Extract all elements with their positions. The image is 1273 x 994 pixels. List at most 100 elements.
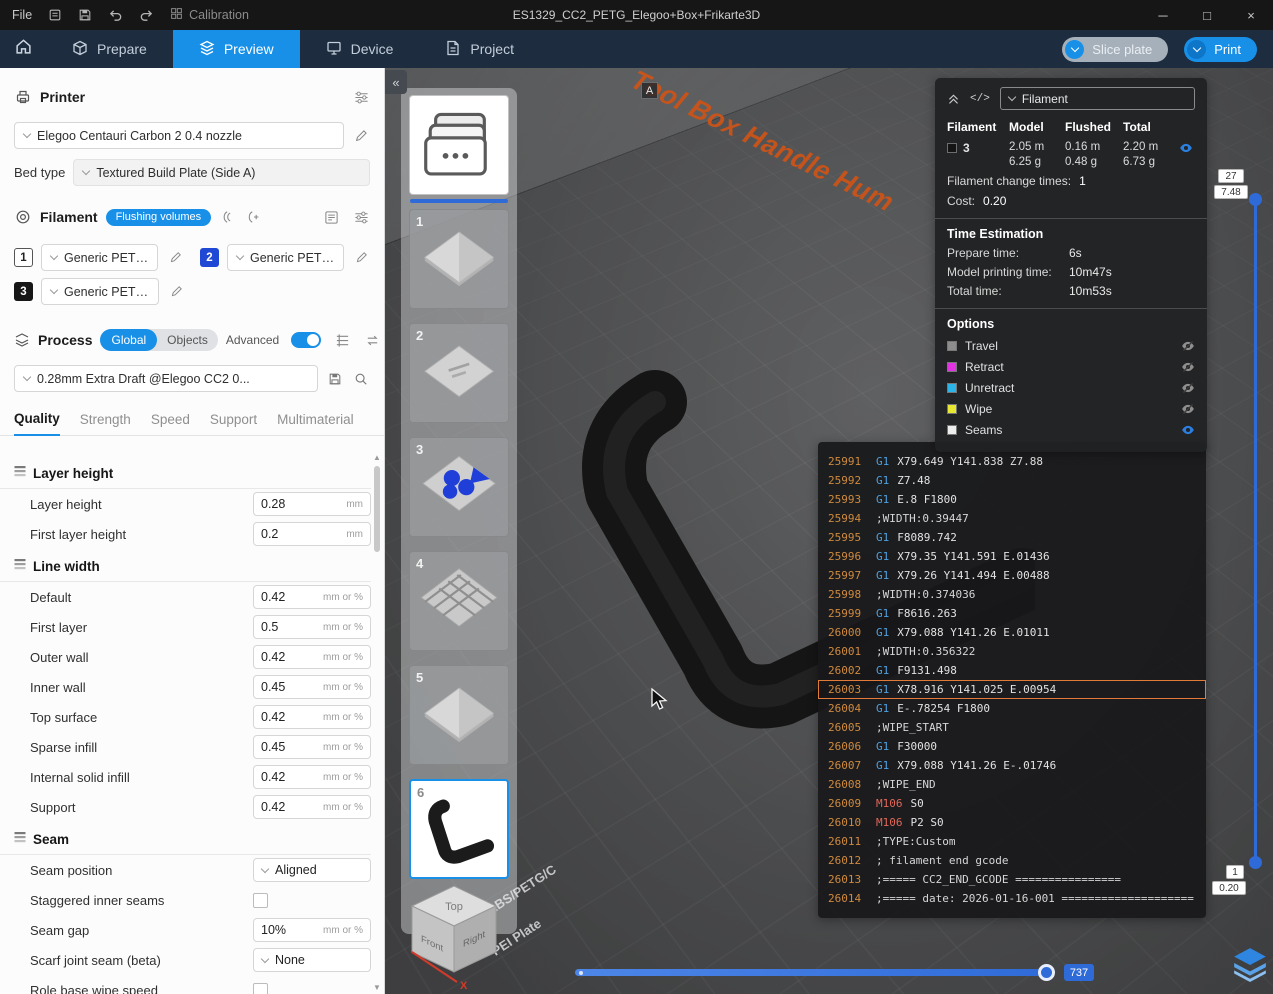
gcode-window-icon[interactable]: </> <box>970 93 990 105</box>
filament-1-badge[interactable]: 1 <box>14 248 33 267</box>
layers-view-icon[interactable] <box>1231 945 1269 983</box>
gcode-line[interactable]: 25997 G1 X79.26 Y141.494 E.00488 <box>818 566 1206 585</box>
gcode-line[interactable]: 25995 G1 F8089.742 <box>818 528 1206 547</box>
tab-support[interactable]: Support <box>210 412 257 435</box>
param-input[interactable]: 0.45 mm or % <box>253 735 371 759</box>
flow-calibration-icon[interactable] <box>219 208 237 226</box>
filament-1-select[interactable]: Generic PETG ... <box>41 244 159 271</box>
param-input[interactable]: 0.28 mm <box>253 492 371 516</box>
process-scope-objects[interactable]: Objects <box>157 333 218 347</box>
param-select[interactable]: Aligned <box>253 858 371 882</box>
eye-icon[interactable] <box>1181 423 1195 437</box>
viewport-3d[interactable]: Tool Box Handle Hum A « 123456 Top Front… <box>385 68 1273 994</box>
slice-options-chevron-icon[interactable] <box>1065 39 1085 59</box>
orientation-cube[interactable]: Top Front Right X <box>401 880 513 992</box>
scroll-up-icon[interactable]: ▲ <box>373 454 381 462</box>
minimize-button[interactable]: ─ <box>1141 0 1185 30</box>
param-input[interactable]: 0.2 mm <box>253 522 371 546</box>
param-input[interactable]: 0.42 mm or % <box>253 765 371 789</box>
gcode-line[interactable]: 26006 G1 F30000 <box>818 737 1206 756</box>
tab-prepare[interactable]: Prepare <box>46 30 173 68</box>
redo-button[interactable] <box>139 8 154 23</box>
gcode-line[interactable]: 25991 G1 X79.649 Y141.838 Z7.88 <box>818 452 1206 471</box>
param-input[interactable]: 0.42 mm or % <box>253 585 371 609</box>
bed-type-select[interactable]: Textured Build Plate (Side A) <box>73 159 370 186</box>
gcode-line[interactable]: 25994 ;WIDTH:0.39447 <box>818 509 1206 528</box>
scrollbar-thumb[interactable] <box>374 466 380 552</box>
plate-thumbnail[interactable]: 5 <box>409 665 509 765</box>
maximize-button[interactable]: □ <box>1185 0 1229 30</box>
slice-plate-button[interactable]: Slice plate <box>1062 36 1169 62</box>
gcode-line[interactable]: 25999 G1 F8616.263 <box>818 604 1206 623</box>
filament-list-icon[interactable] <box>322 208 340 226</box>
edit-filament-3-icon[interactable] <box>167 283 185 301</box>
gcode-line[interactable]: 25998 ;WIDTH:0.374036 <box>818 585 1206 604</box>
tab-speed[interactable]: Speed <box>151 412 190 435</box>
plate-thumbnail[interactable]: 1 <box>409 209 509 309</box>
gcode-line[interactable]: 26002 G1 F9131.498 <box>818 661 1206 680</box>
filament-3-select[interactable]: Generic PETG ... <box>41 278 159 305</box>
edit-filament-2-icon[interactable] <box>352 249 370 267</box>
save-preset-icon[interactable] <box>326 370 344 388</box>
advanced-toggle[interactable] <box>291 332 322 348</box>
tab-multimaterial[interactable]: Multimaterial <box>277 412 354 435</box>
save-button[interactable] <box>78 8 92 22</box>
tab-project[interactable]: Project <box>419 30 540 68</box>
param-input[interactable]: 0.5 mm or % <box>253 615 371 639</box>
home-button[interactable] <box>0 30 46 68</box>
gcode-line[interactable]: 26014 ;===== date: 2026-01-16-001 =======… <box>818 889 1206 908</box>
eye-off-icon[interactable] <box>1181 360 1195 374</box>
gcode-line[interactable]: 26009 M106 S0 <box>818 794 1206 813</box>
gcode-line[interactable]: 25993 G1 E.8 F1800 <box>818 490 1206 509</box>
plate-thumbnail[interactable]: 2 <box>409 323 509 423</box>
param-input[interactable]: 0.45 mm or % <box>253 675 371 699</box>
gcode-line[interactable]: 26013 ;===== CC2_END_GCODE ==============… <box>818 870 1206 889</box>
collapse-panel-icon[interactable] <box>947 92 960 105</box>
calibration-menu[interactable]: Calibration <box>170 7 249 23</box>
view-mode-select[interactable]: Filament <box>999 87 1195 110</box>
layer-slider-bottom-handle[interactable] <box>1249 856 1262 869</box>
print-options-chevron-icon[interactable] <box>1187 39 1207 59</box>
filament-2-select[interactable]: Generic PETG @S... <box>227 244 345 271</box>
move-slider-track[interactable] <box>575 969 1053 976</box>
tab-preview[interactable]: Preview <box>172 30 300 68</box>
eye-off-icon[interactable] <box>1181 402 1195 416</box>
layer-slider-track[interactable] <box>1254 205 1257 862</box>
plate-thumbnail[interactable]: 6 <box>409 779 509 879</box>
gcode-line[interactable]: 25996 G1 X79.35 Y141.591 E.01436 <box>818 547 1206 566</box>
printer-settings-tune-icon[interactable] <box>352 88 370 106</box>
print-button[interactable]: Print <box>1184 36 1257 62</box>
gcode-line[interactable]: 26007 G1 X79.088 Y141.26 E-.01746 <box>818 756 1206 775</box>
param-input[interactable]: 0.42 mm or % <box>253 705 371 729</box>
gcode-line[interactable]: 26008 ;WIPE_END <box>818 775 1206 794</box>
move-slider-handle[interactable] <box>1038 964 1055 981</box>
tab-device[interactable]: Device <box>300 30 420 68</box>
eye-off-icon[interactable] <box>1181 381 1195 395</box>
eye-off-icon[interactable] <box>1181 339 1195 353</box>
gcode-line[interactable]: 26010 M106 P2 S0 <box>818 813 1206 832</box>
menu-icon[interactable] <box>48 8 62 22</box>
all-plates-thumbnail[interactable] <box>409 95 509 203</box>
param-input[interactable]: 0.42 mm or % <box>253 795 371 819</box>
param-checkbox[interactable] <box>253 982 268 994</box>
tab-quality[interactable]: Quality <box>14 411 60 436</box>
filament-settings-tune-icon[interactable] <box>352 208 370 226</box>
plate-thumbnail[interactable]: 4 <box>409 551 509 651</box>
flushing-volumes-button[interactable]: Flushing volumes <box>105 208 212 226</box>
sidebar-scrollbar[interactable]: ▲ ▼ <box>372 454 382 992</box>
gcode-line[interactable]: 26004 G1 E-.78254 F1800 <box>818 699 1206 718</box>
sync-settings-icon[interactable] <box>363 331 381 349</box>
filament-2-badge[interactable]: 2 <box>200 248 219 267</box>
flow-calibration-plus-icon[interactable] <box>245 208 263 226</box>
gcode-line[interactable]: 26003 G1 X78.916 Y141.025 E.00954 <box>818 680 1206 699</box>
printer-preset-select[interactable]: Elegoo Centauri Carbon 2 0.4 nozzle <box>14 122 344 149</box>
process-scope-global[interactable]: Global <box>100 329 158 351</box>
file-menu[interactable]: File <box>12 8 32 22</box>
cube-face-top[interactable]: Top <box>445 901 463 913</box>
gcode-line[interactable]: 26011 ;TYPE:Custom <box>818 832 1206 851</box>
param-checkbox[interactable] <box>253 892 268 908</box>
search-icon[interactable] <box>352 370 370 388</box>
param-input[interactable]: 0.42 mm or % <box>253 645 371 669</box>
collapse-sidebar-icon[interactable]: « <box>385 70 407 94</box>
layer-slider-top-handle[interactable] <box>1249 193 1262 206</box>
